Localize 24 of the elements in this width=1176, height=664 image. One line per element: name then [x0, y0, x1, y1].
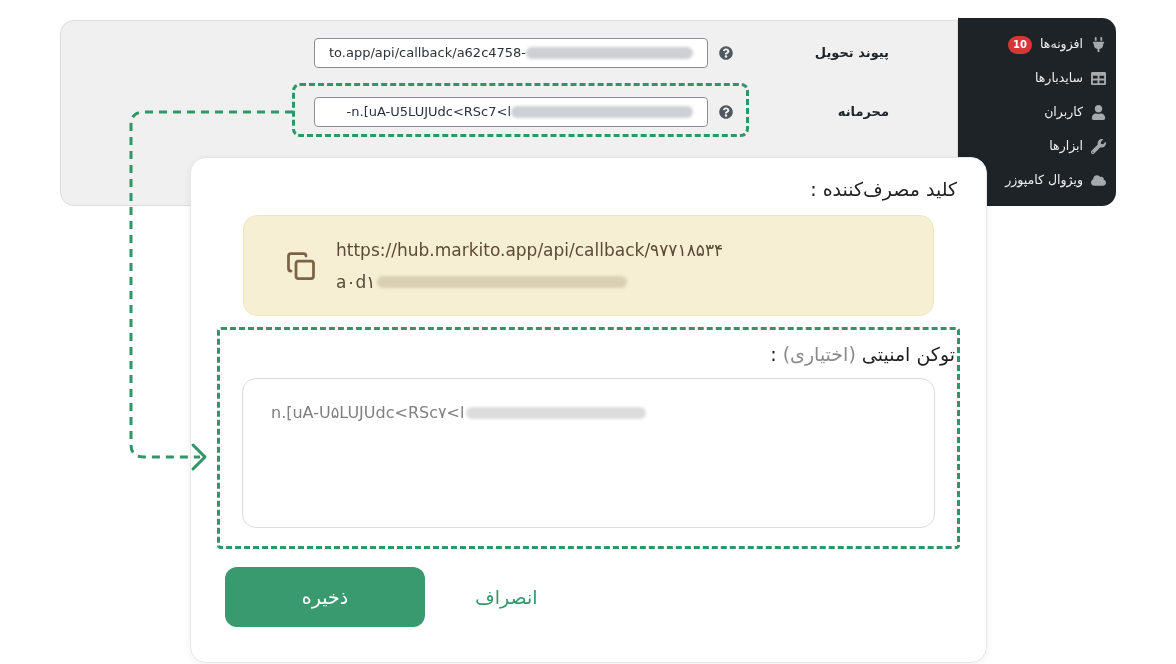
help-icon[interactable] — [719, 105, 733, 119]
text-input[interactable]: to.app/api/callback/a62c4758- — [314, 38, 708, 68]
plug-icon — [1091, 37, 1106, 52]
help-icon[interactable] — [719, 46, 733, 60]
field-label: محرمانه — [836, 103, 889, 122]
user-icon — [1091, 105, 1106, 120]
field-label: کلید مصرف‌کننده : — [809, 177, 958, 203]
menu-item[interactable]: افزونه‌ها — [1040, 35, 1083, 54]
text-input[interactable]: -n.[uA-U5LUJUdc<RSc7<l — [314, 97, 708, 127]
menu-item[interactable]: ویژوال کامپوزر — [1005, 171, 1083, 190]
menu-item[interactable]: کاربران — [1044, 103, 1083, 122]
table-icon — [1091, 71, 1106, 86]
count-badge: 10 — [1008, 35, 1033, 54]
wrench-icon — [1091, 139, 1106, 154]
field-label: پیوند تحویل — [813, 44, 889, 63]
cancel-button[interactable]: انصراف — [475, 582, 538, 612]
menu-item[interactable]: سایدبارها — [1034, 69, 1083, 88]
token-textarea[interactable]: n.[uA-U۵LUJUdc<RSc۷<l — [242, 378, 935, 528]
menu-item[interactable]: ابزارها — [1049, 137, 1083, 156]
consumer-key-text: a۰d۱ — [336, 270, 376, 294]
consumer-key-text: https://hub.markito.app/api/callback/۹۷۷۱۸۵۳۴ — [336, 238, 724, 262]
copy-icon[interactable] — [286, 250, 316, 281]
field-label: توکن امنیتی (اختیاری) : — [769, 342, 955, 368]
cloud-icon — [1091, 173, 1106, 188]
